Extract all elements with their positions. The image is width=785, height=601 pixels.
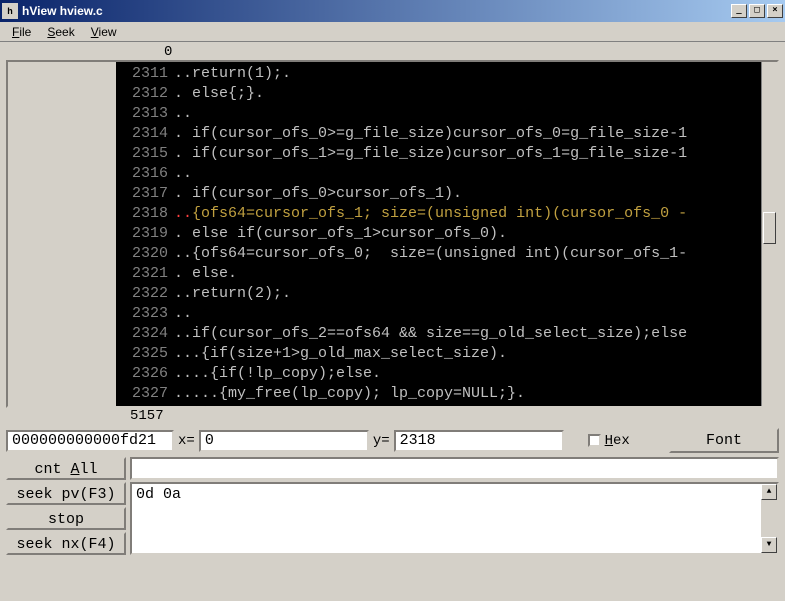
x-label: x=	[178, 433, 195, 449]
controls-row-1: x= y= Hex Font	[6, 428, 779, 453]
left-button-column: cnt All seek pv(F3) stop seek nx(F4)	[6, 457, 126, 555]
ruler-top: 0	[6, 44, 779, 60]
menu-view[interactable]: View	[83, 23, 125, 41]
ruler-bottom: 5157	[6, 408, 779, 424]
minimize-button[interactable]: _	[731, 4, 747, 18]
status-input[interactable]	[130, 457, 779, 480]
menubar: File Seek View	[0, 22, 785, 42]
font-button[interactable]: Font	[669, 428, 779, 453]
content-area: 0 2311 2312 2313 2314 2315 2316 2317 231…	[0, 42, 785, 563]
titlebar: h hView hview.c _ □ ×	[0, 0, 785, 22]
editor: 2311 2312 2313 2314 2315 2316 2317 2318 …	[6, 60, 779, 408]
search-area: 0d 0a ▲ ▼	[130, 457, 779, 555]
stop-button[interactable]: stop	[6, 507, 126, 530]
maximize-button[interactable]: □	[749, 4, 765, 18]
scrollbar-thumb[interactable]	[763, 212, 776, 244]
seek-next-button[interactable]: seek nx(F4)	[6, 532, 126, 555]
gutter-margin	[8, 62, 116, 406]
hex-checkbox[interactable]: Hex	[588, 433, 630, 449]
controls: x= y= Hex Font cnt All seek pv(F3) stop …	[6, 424, 779, 555]
search-input[interactable]: 0d 0a ▲ ▼	[130, 482, 779, 555]
search-scrollbar[interactable]: ▲ ▼	[761, 484, 777, 553]
seek-prev-button[interactable]: seek pv(F3)	[6, 482, 126, 505]
window-title: hView hview.c	[22, 4, 731, 18]
menu-file[interactable]: File	[4, 23, 39, 41]
address-input[interactable]	[6, 430, 174, 452]
window-buttons: _ □ ×	[731, 4, 783, 18]
code-view[interactable]: ..return(1);. . else{;}. .. . if(cursor_…	[172, 62, 761, 406]
app-icon: h	[2, 3, 18, 19]
scroll-down-icon[interactable]: ▼	[761, 537, 777, 553]
scroll-up-icon[interactable]: ▲	[761, 484, 777, 500]
search-value: 0d 0a	[136, 486, 181, 503]
controls-row-2: cnt All seek pv(F3) stop seek nx(F4) 0d …	[6, 457, 779, 555]
menu-seek[interactable]: Seek	[39, 23, 82, 41]
checkbox-icon	[588, 434, 601, 447]
y-input[interactable]	[394, 430, 564, 452]
cnt-all-button[interactable]: cnt All	[6, 457, 126, 480]
vertical-scrollbar[interactable]	[761, 62, 777, 406]
line-gutter: 2311 2312 2313 2314 2315 2316 2317 2318 …	[116, 62, 172, 406]
close-button[interactable]: ×	[767, 4, 783, 18]
x-input[interactable]	[199, 430, 369, 452]
y-label: y=	[373, 433, 390, 449]
